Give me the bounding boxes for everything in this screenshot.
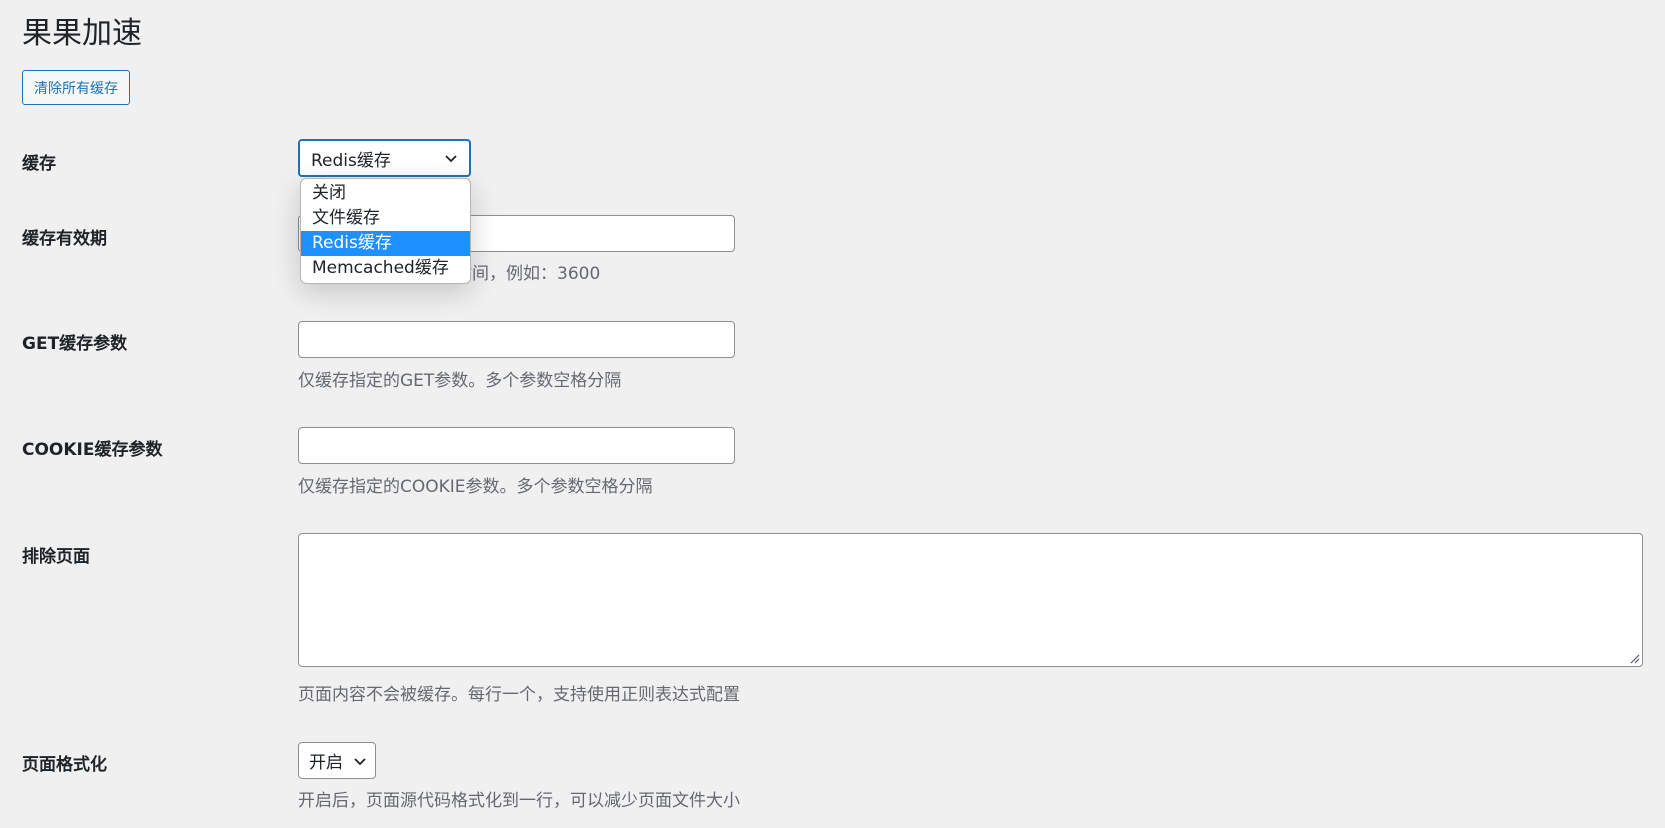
cache-option-off[interactable]: 关闭: [301, 181, 470, 206]
exclude-pages-description: 页面内容不会被缓存。每行一个，支持使用正则表达式配置: [298, 685, 740, 705]
get-params-input[interactable]: [298, 321, 735, 358]
cache-select-value: Redis缓存: [311, 150, 391, 171]
cache-select[interactable]: Redis缓存: [298, 139, 471, 177]
page-format-select[interactable]: 开启: [298, 742, 376, 779]
get-params-description: 仅缓存指定的GET参数。多个参数空格分隔: [298, 371, 622, 391]
cache-label: 缓存: [22, 154, 56, 174]
cookie-params-label: COOKIE缓存参数: [22, 440, 163, 460]
cache-ttl-label: 缓存有效期: [22, 229, 107, 249]
cache-dropdown-list: 关闭 文件缓存 Redis缓存 Memcached缓存: [300, 178, 471, 284]
page-title: 果果加速: [22, 16, 142, 51]
page-format-select-value: 开启: [309, 753, 343, 773]
chevron-down-icon: [445, 155, 457, 163]
cache-option-memcached[interactable]: Memcached缓存: [301, 256, 470, 281]
page-format-label: 页面格式化: [22, 755, 107, 775]
exclude-pages-textarea[interactable]: [298, 533, 1643, 667]
cache-option-file[interactable]: 文件缓存: [301, 206, 470, 231]
cache-ttl-description: 时间，例如：3600: [455, 264, 601, 284]
chevron-down-icon: [354, 758, 366, 766]
cookie-params-input[interactable]: [298, 427, 735, 464]
exclude-pages-label: 排除页面: [22, 547, 90, 567]
get-params-label: GET缓存参数: [22, 334, 128, 354]
page-format-description: 开启后，页面源代码格式化到一行，可以减少页面文件大小: [298, 791, 740, 811]
cookie-params-description: 仅缓存指定的COOKIE参数。多个参数空格分隔: [298, 477, 653, 497]
clear-all-cache-button[interactable]: 清除所有缓存: [22, 70, 130, 105]
resize-handle-icon[interactable]: [1628, 652, 1640, 664]
cache-option-redis[interactable]: Redis缓存: [301, 231, 470, 256]
